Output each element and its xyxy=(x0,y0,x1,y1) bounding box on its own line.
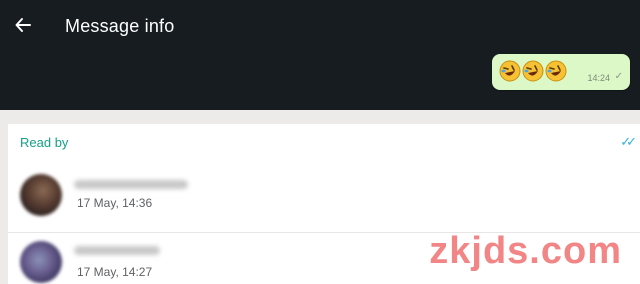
app-bar: Message info xyxy=(0,0,640,52)
avatar xyxy=(20,174,62,216)
page-title: Message info xyxy=(65,16,175,36)
read-time: 17 May, 14:36 xyxy=(77,196,153,210)
arrow-left-icon xyxy=(15,18,31,32)
message-info-screen: Message info 14:24 ✓ Read by ✓✓ 17 May, … xyxy=(0,0,640,284)
message-bubble[interactable]: 14:24 ✓ xyxy=(492,54,630,90)
message-emojis xyxy=(499,60,567,82)
rolling-on-floor-laughing-emoji-icon xyxy=(522,60,544,82)
list-item[interactable]: 17 May, 14:36 xyxy=(8,164,640,228)
back-button[interactable] xyxy=(10,12,36,38)
watermark: zkjds.com xyxy=(429,230,622,272)
message-time: 14:24 xyxy=(587,73,610,83)
rolling-on-floor-laughing-emoji-icon xyxy=(545,60,567,82)
contact-name-redacted xyxy=(74,246,160,255)
contact-name-redacted xyxy=(74,180,188,189)
read-by-heading: Read by xyxy=(20,135,69,150)
avatar xyxy=(20,241,62,283)
rolling-on-floor-laughing-emoji-icon xyxy=(499,60,521,82)
read-time: 17 May, 14:27 xyxy=(77,265,153,279)
chat-area: Message info 14:24 ✓ xyxy=(0,0,640,110)
sent-tick-icon: ✓ xyxy=(614,71,623,82)
double-tick-icon: ✓✓ xyxy=(620,134,637,149)
